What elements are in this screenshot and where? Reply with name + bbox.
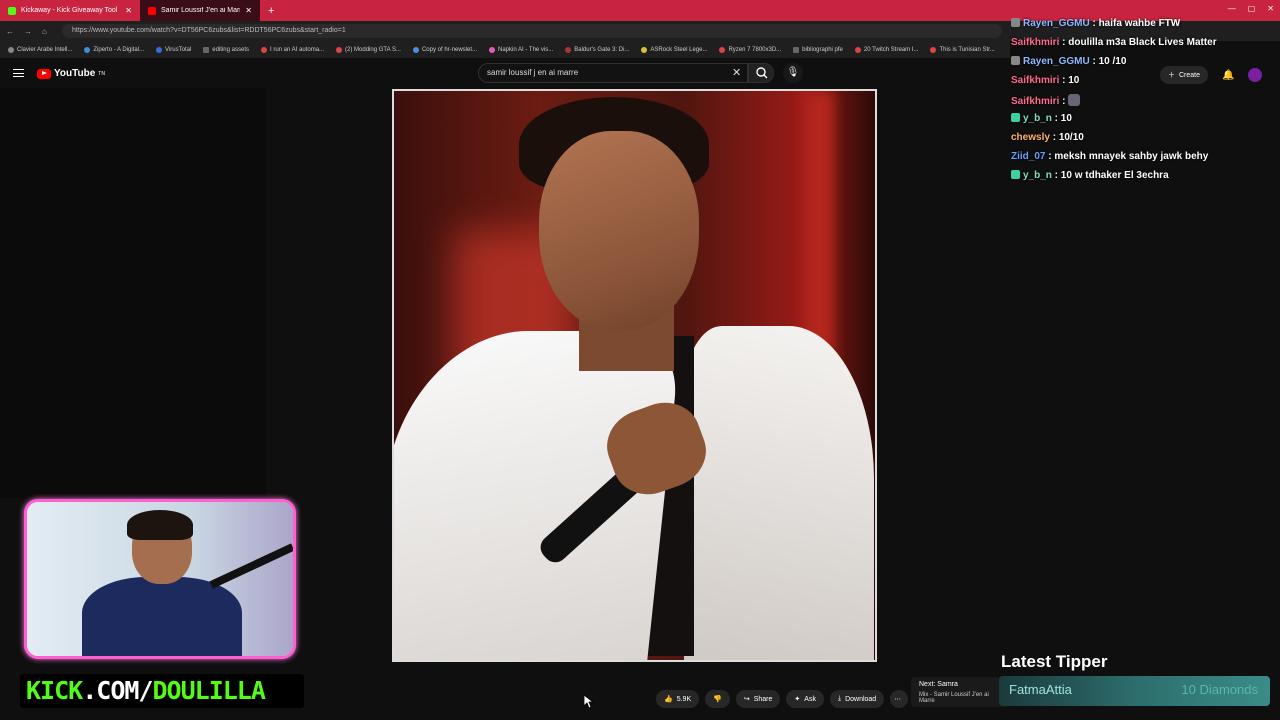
tab-kickaway[interactable]: Kickaway - Kick Giveaway Tool ✕	[0, 0, 140, 21]
bookmark-item[interactable]: editing assets	[203, 46, 249, 53]
sparkle-icon: ✦	[794, 696, 801, 703]
bookmarks-bar: Clavier Arabe Intell... Ziperto - A Digi…	[0, 41, 1010, 58]
home-icon[interactable]: ⌂	[42, 27, 47, 36]
stream-chat-overlay: Rayen_GGMU : haifa wahbe FTW Saifkhmiri …	[1005, 14, 1280, 194]
ask-button[interactable]: ✦ Ask	[786, 690, 824, 708]
bookmark-item[interactable]: Napkin AI - The vis...	[489, 46, 553, 53]
kick-channel-banner: KICK.COM/DOULILLA	[20, 674, 304, 708]
new-tab-button[interactable]: +	[260, 0, 282, 21]
jacket-left	[394, 331, 682, 660]
chat-badge-icon	[1011, 56, 1020, 65]
search-button[interactable]	[748, 63, 774, 83]
back-icon[interactable]: ←	[6, 27, 14, 36]
webcam-overlay	[24, 499, 296, 659]
minimize-icon[interactable]: —	[1228, 4, 1236, 13]
bookmark-item[interactable]: bibliographi pfe	[793, 46, 843, 53]
close-icon[interactable]: ✕	[245, 6, 252, 15]
menu-icon[interactable]	[13, 69, 24, 77]
window-controls: — ▢ ✕	[1228, 4, 1274, 13]
chat-message: Rayen_GGMU : haifa wahbe FTW	[1011, 18, 1180, 29]
bookmark-item[interactable]: Clavier Arabe Intell...	[8, 46, 72, 53]
next-subtitle: Mix - Samir Loussif J'en ai Marre	[919, 692, 989, 704]
chat-message: chewsly : 10/10	[1011, 132, 1084, 143]
search-input[interactable]: samir loussif j en ai marre	[478, 63, 748, 83]
bookmark-item[interactable]: Ziperto - A Digital...	[84, 46, 144, 53]
voice-search-icon[interactable]: 🎙	[783, 63, 803, 83]
bookmark-item[interactable]: (2) Modding GTA S...	[336, 46, 401, 53]
chat-message: Ziid_07 : meksh mnayek sahby jawk behy	[1011, 151, 1209, 162]
streamer-hair	[127, 510, 193, 540]
share-button[interactable]: ↪ Share	[735, 690, 781, 708]
mouse-cursor-icon	[584, 695, 594, 709]
bookmark-item[interactable]: Baldur's Gate 3: Di...	[565, 46, 629, 53]
emote-icon	[1068, 94, 1081, 106]
share-icon: ↪	[743, 696, 750, 703]
latest-tipper-box: FatmaAttia 10 Diamonds	[999, 676, 1270, 706]
youtube-header: YouTube TN samir loussif j en ai marre ✕…	[0, 58, 1005, 88]
youtube-favicon-icon	[148, 6, 156, 15]
next-title: Next: Samra	[919, 681, 958, 688]
bookmark-item[interactable]: I run an AI automa...	[261, 46, 324, 53]
face	[539, 131, 699, 331]
youtube-play-icon	[37, 68, 51, 79]
chat-message: y_b_n : 10 w tdhaker El 3echra	[1011, 170, 1169, 181]
tipper-amount: 10 Diamonds	[1181, 682, 1258, 697]
search-icon	[756, 67, 768, 79]
jacket-right	[684, 326, 874, 660]
bookmark-item[interactable]: Copy of hr-newslet...	[412, 46, 477, 53]
tab-youtube[interactable]: Samir Loussif J'en ai Marre - Y ✕	[140, 0, 260, 21]
download-button[interactable]: ⤓ Download	[829, 690, 885, 708]
youtube-logo[interactable]: YouTube TN	[37, 68, 105, 79]
maximize-icon[interactable]: ▢	[1248, 4, 1256, 13]
streamer-body	[82, 577, 242, 656]
next-video-card[interactable]: Next: Samra Mix - Samir Loussif J'en ai …	[911, 677, 1011, 707]
like-button[interactable]: 👍 5.9K	[656, 690, 700, 708]
thumbs-down-icon: 👎	[713, 696, 722, 703]
chat-badge-icon	[1011, 18, 1020, 27]
download-icon: ⤓	[837, 695, 842, 702]
forward-icon[interactable]: →	[24, 27, 32, 36]
tab-label: Samir Loussif J'en ai Marre - Y	[160, 7, 240, 14]
url-field[interactable]: https://www.youtube.com/watch?v=DT56PC6z…	[62, 24, 1002, 38]
chat-message: Saifkhmiri : doulilla m3a Black Lives Ma…	[1011, 37, 1217, 48]
bookmark-item[interactable]: Ryzen 7 7800x3D...	[719, 46, 781, 53]
bookmark-item[interactable]: 20 Twitch Stream I...	[854, 46, 918, 53]
chat-message: y_b_n : 10	[1011, 113, 1072, 124]
bookmark-item[interactable]: VirusTotal	[156, 46, 191, 53]
latest-tipper-title: Latest Tipper	[1001, 652, 1108, 671]
chat-badge-icon	[1011, 170, 1020, 179]
kick-favicon-icon	[8, 6, 16, 15]
clear-search-icon[interactable]: ✕	[732, 66, 741, 79]
bookmark-item[interactable]: This is Tunisian Str...	[930, 46, 995, 53]
chat-message: Saifkhmiri :	[1011, 94, 1081, 107]
dislike-button[interactable]: 👎	[705, 690, 730, 708]
tab-label: Kickaway - Kick Giveaway Tool	[21, 7, 118, 14]
chat-badge-icon	[1011, 113, 1020, 122]
more-actions-button[interactable]: ⋯	[890, 690, 909, 708]
tipper-name: FatmaAttia	[1009, 682, 1072, 697]
thumbs-up-icon: 👍	[664, 696, 673, 703]
video-player[interactable]	[392, 89, 877, 662]
left-panel	[0, 88, 266, 498]
close-icon[interactable]: ✕	[125, 6, 132, 15]
chat-message: Rayen_GGMU : 10 /10	[1011, 56, 1126, 67]
chat-message: Saifkhmiri : 10	[1011, 75, 1080, 86]
video-actions: 👍 5.9K 👎 ↪ Share ✦ Ask ⤓ Download ⋯	[656, 690, 909, 708]
bookmark-item[interactable]: ASRock Steel Lege...	[641, 46, 707, 53]
close-window-icon[interactable]: ✕	[1267, 4, 1274, 13]
